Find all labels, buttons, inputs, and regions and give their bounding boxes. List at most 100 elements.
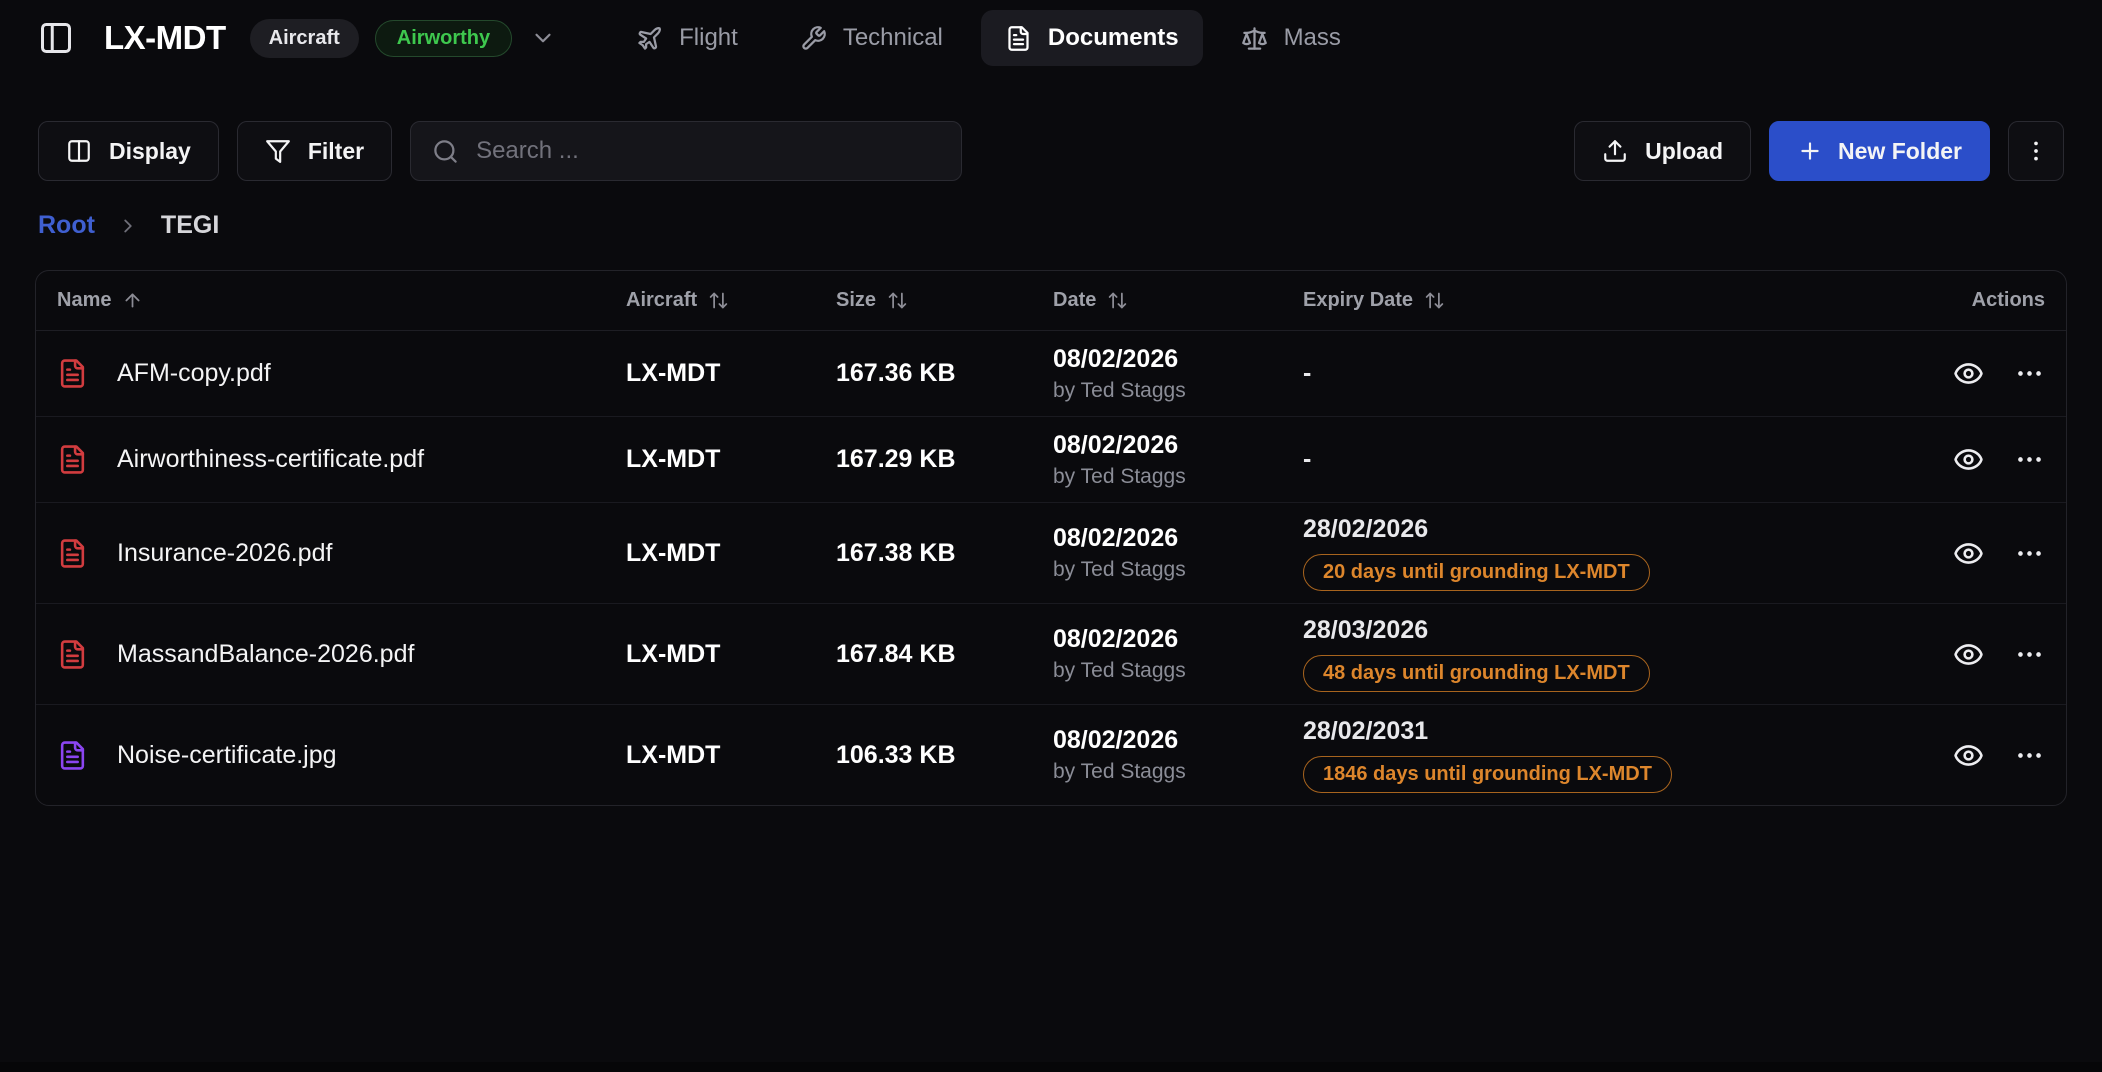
plus-icon bbox=[1797, 138, 1823, 164]
display-button-label: Display bbox=[109, 138, 191, 165]
expiry-cell: - bbox=[1303, 359, 1915, 388]
table-header-row: Name Aircraft Size Date Expiry Date Acti… bbox=[36, 271, 2066, 331]
display-button[interactable]: Display bbox=[38, 121, 219, 181]
column-header-aircraft[interactable]: Aircraft bbox=[626, 289, 836, 312]
column-header-label: Size bbox=[836, 289, 876, 312]
chevron-right-icon bbox=[117, 215, 139, 237]
tab-label: Flight bbox=[679, 24, 738, 52]
search-icon bbox=[432, 138, 459, 165]
expiry-date-value: - bbox=[1303, 445, 1311, 474]
sidebar-toggle-icon[interactable] bbox=[38, 20, 74, 56]
expiry-cell: 28/02/2031 1846 days until grounding LX-… bbox=[1303, 717, 1915, 793]
file-icon bbox=[57, 358, 88, 389]
eye-icon[interactable] bbox=[1953, 639, 1984, 670]
column-header-size[interactable]: Size bbox=[836, 289, 1053, 312]
actions-cell bbox=[1915, 538, 2045, 569]
sort-icon bbox=[1107, 290, 1128, 311]
aircraft-cell: LX-MDT bbox=[626, 640, 836, 669]
expiry-cell: 28/03/2026 48 days until grounding LX-MD… bbox=[1303, 616, 1915, 692]
file-icon bbox=[57, 740, 88, 771]
column-header-label: Name bbox=[57, 289, 111, 312]
column-header-label: Date bbox=[1053, 289, 1096, 312]
actions-cell bbox=[1915, 639, 2045, 670]
tab-label: Documents bbox=[1048, 24, 1179, 52]
size-cell: 167.29 KB bbox=[836, 445, 1053, 474]
table-row[interactable]: MassandBalance-2026.pdf LX-MDT 167.84 KB… bbox=[36, 604, 2066, 705]
date-cell: 08/02/2026 by Ted Staggs bbox=[1053, 726, 1303, 784]
size-cell: 167.38 KB bbox=[836, 539, 1053, 568]
table-row[interactable]: Insurance-2026.pdf LX-MDT 167.38 KB 08/0… bbox=[36, 503, 2066, 604]
plane-icon bbox=[636, 25, 663, 52]
breadcrumb-root-link[interactable]: Root bbox=[38, 211, 95, 240]
ellipsis-icon[interactable] bbox=[2014, 740, 2045, 771]
column-header-name[interactable]: Name bbox=[57, 289, 626, 312]
date-author: by Ted Staggs bbox=[1053, 760, 1303, 784]
name-cell: MassandBalance-2026.pdf bbox=[57, 639, 626, 670]
eye-icon[interactable] bbox=[1953, 740, 1984, 771]
date-value: 08/02/2026 bbox=[1053, 524, 1303, 553]
actions-cell bbox=[1915, 444, 2045, 475]
breadcrumb-current: TEGI bbox=[161, 211, 219, 240]
new-folder-button[interactable]: New Folder bbox=[1769, 121, 1990, 181]
expiry-cell: 28/02/2026 20 days until grounding LX-MD… bbox=[1303, 515, 1915, 591]
grounding-warning-badge: 1846 days until grounding LX-MDT bbox=[1303, 756, 1672, 793]
eye-icon[interactable] bbox=[1953, 444, 1984, 475]
date-cell: 08/02/2026 by Ted Staggs bbox=[1053, 524, 1303, 582]
main-nav: Flight Technical Documents Mass bbox=[612, 10, 1365, 66]
file-name: MassandBalance-2026.pdf bbox=[117, 640, 414, 669]
file-name: Insurance-2026.pdf bbox=[117, 539, 332, 568]
tab-label: Mass bbox=[1284, 24, 1341, 52]
expiry-date-value: 28/02/2026 bbox=[1303, 515, 1428, 544]
date-cell: 08/02/2026 by Ted Staggs bbox=[1053, 625, 1303, 683]
ellipsis-icon[interactable] bbox=[2014, 538, 2045, 569]
search-box[interactable] bbox=[410, 121, 962, 181]
page-title: LX-MDT bbox=[104, 19, 226, 57]
file-name: AFM-copy.pdf bbox=[117, 359, 271, 388]
expiry-date-value: 28/03/2026 bbox=[1303, 616, 1428, 645]
ellipsis-icon[interactable] bbox=[2014, 444, 2045, 475]
columns-icon bbox=[66, 138, 92, 164]
search-input[interactable] bbox=[476, 137, 940, 165]
toolbar-right: Upload New Folder bbox=[1574, 121, 2064, 181]
sort-icon bbox=[887, 290, 908, 311]
toolbar: Display Filter Upload New Folder bbox=[0, 76, 2102, 181]
column-header-date[interactable]: Date bbox=[1053, 289, 1303, 312]
more-options-button[interactable] bbox=[2008, 121, 2064, 181]
eye-icon[interactable] bbox=[1953, 538, 1984, 569]
table-row[interactable]: Airworthiness-certificate.pdf LX-MDT 167… bbox=[36, 417, 2066, 503]
chevron-down-icon[interactable] bbox=[530, 25, 556, 51]
column-header-expiry-date[interactable]: Expiry Date bbox=[1303, 289, 1915, 312]
name-cell: Noise-certificate.jpg bbox=[57, 740, 626, 771]
size-cell: 167.84 KB bbox=[836, 640, 1053, 669]
documents-table: Name Aircraft Size Date Expiry Date Acti… bbox=[35, 270, 2067, 806]
tab-flight[interactable]: Flight bbox=[612, 10, 762, 66]
new-folder-button-label: New Folder bbox=[1838, 138, 1962, 165]
file-text-icon bbox=[1005, 25, 1032, 52]
tab-technical[interactable]: Technical bbox=[776, 10, 967, 66]
ellipsis-icon[interactable] bbox=[2014, 358, 2045, 389]
file-icon bbox=[57, 639, 88, 670]
date-cell: 08/02/2026 by Ted Staggs bbox=[1053, 431, 1303, 489]
upload-button[interactable]: Upload bbox=[1574, 121, 1751, 181]
aircraft-cell: LX-MDT bbox=[626, 741, 836, 770]
column-header-actions: Actions bbox=[1915, 289, 2045, 312]
date-value: 08/02/2026 bbox=[1053, 345, 1303, 374]
aircraft-cell: LX-MDT bbox=[626, 539, 836, 568]
table-row[interactable]: AFM-copy.pdf LX-MDT 167.36 KB 08/02/2026… bbox=[36, 331, 2066, 417]
eye-icon[interactable] bbox=[1953, 358, 1984, 389]
tab-documents[interactable]: Documents bbox=[981, 10, 1203, 66]
date-author: by Ted Staggs bbox=[1053, 659, 1303, 683]
ellipsis-icon[interactable] bbox=[2014, 639, 2045, 670]
filter-button[interactable]: Filter bbox=[237, 121, 392, 181]
date-value: 08/02/2026 bbox=[1053, 625, 1303, 654]
tab-label: Technical bbox=[843, 24, 943, 52]
size-cell: 106.33 KB bbox=[836, 741, 1053, 770]
date-value: 08/02/2026 bbox=[1053, 431, 1303, 460]
name-cell: AFM-copy.pdf bbox=[57, 358, 626, 389]
size-cell: 167.36 KB bbox=[836, 359, 1053, 388]
table-row[interactable]: Noise-certificate.jpg LX-MDT 106.33 KB 0… bbox=[36, 705, 2066, 805]
app-header: LX-MDT Aircraft Airworthy Flight Technic… bbox=[0, 0, 2102, 76]
sort-icon bbox=[1424, 290, 1445, 311]
file-icon bbox=[57, 538, 88, 569]
tab-mass[interactable]: Mass bbox=[1217, 10, 1365, 66]
